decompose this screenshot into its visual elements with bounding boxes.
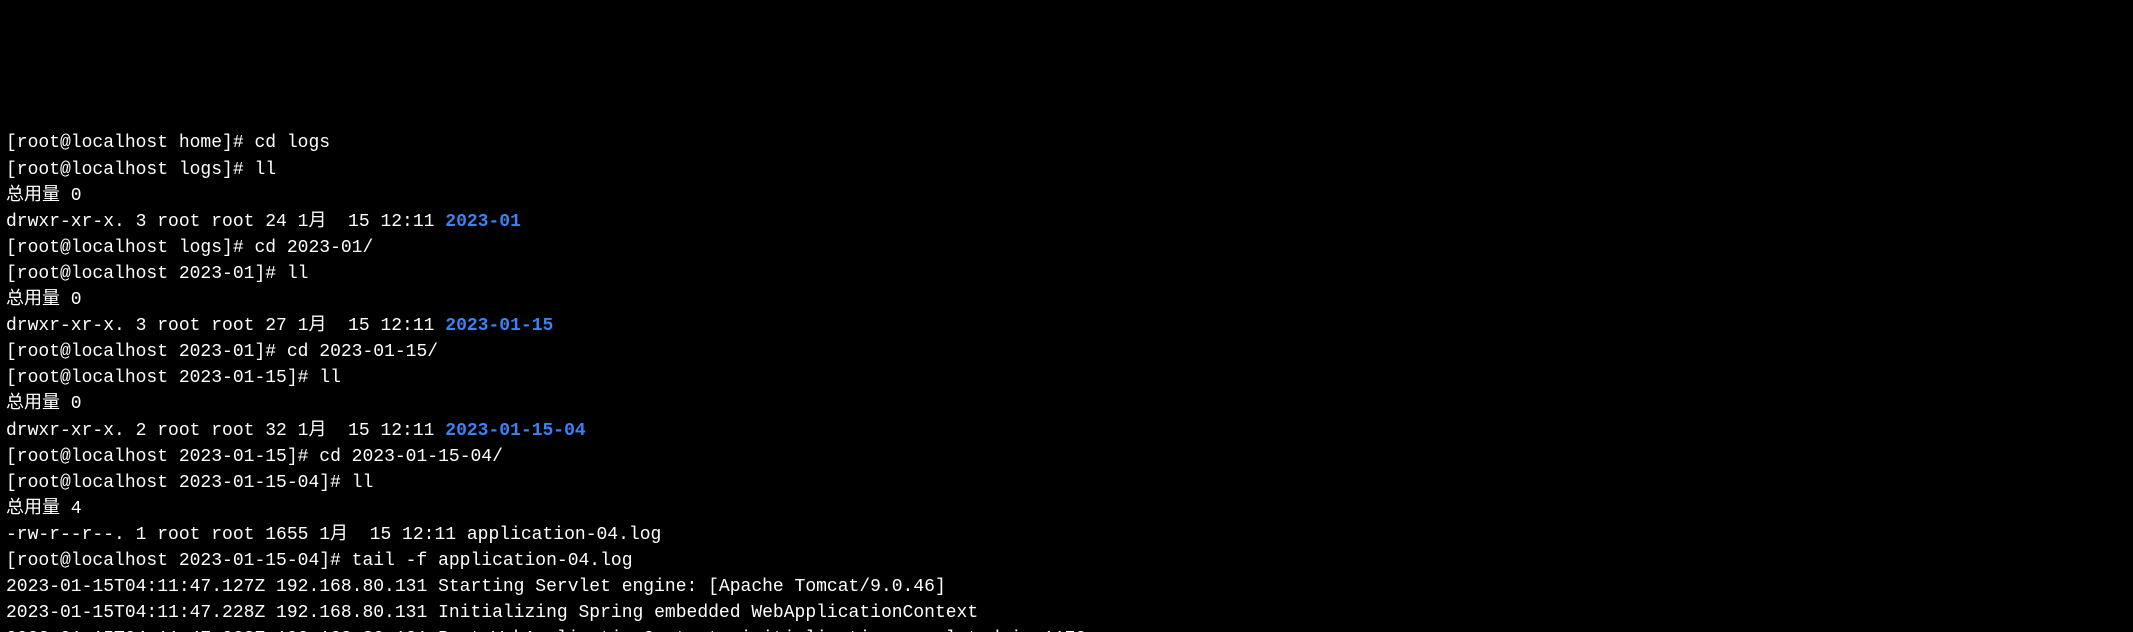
shell-command: ll (254, 160, 276, 180)
total-line: 总用量 0 (6, 394, 82, 414)
shell-command: cd logs (254, 133, 330, 153)
total-line: 总用量 4 (6, 499, 82, 519)
shell-prompt: [root@localhost 2023-01-15-04]# (6, 551, 352, 571)
total-line: 总用量 0 (6, 290, 82, 310)
shell-command: cd 2023-01/ (254, 238, 373, 258)
ls-entry-prefix: drwxr-xr-x. 3 root root 24 1月 15 12:11 (6, 212, 445, 232)
shell-command: cd 2023-01-15/ (287, 342, 438, 362)
ls-entry-prefix: drwxr-xr-x. 3 root root 27 1月 15 12:11 (6, 316, 445, 336)
shell-command: ll (319, 368, 341, 388)
ls-file-entry: -rw-r--r--. 1 root root 1655 1月 15 12:11… (6, 525, 661, 545)
shell-command: ll (287, 264, 309, 284)
shell-prompt: [root@localhost logs]# (6, 238, 254, 258)
shell-prompt: [root@localhost logs]# (6, 160, 254, 180)
shell-command: tail -f application-04.log (352, 551, 633, 571)
log-line: 2023-01-15T04:11:47.228Z 192.168.80.131 … (6, 629, 1119, 632)
directory-name: 2023-01-15 (445, 316, 553, 336)
shell-prompt: [root@localhost 2023-01-15]# (6, 447, 319, 467)
shell-prompt: [root@localhost 2023-01]# (6, 342, 287, 362)
shell-prompt: [root@localhost 2023-01-15-04]# (6, 473, 352, 493)
shell-prompt: [root@localhost 2023-01-15]# (6, 368, 319, 388)
shell-prompt: [root@localhost home]# (6, 133, 254, 153)
terminal-output[interactable]: [root@localhost home]# cd logs [root@loc… (0, 130, 2133, 632)
ls-entry-prefix: drwxr-xr-x. 2 root root 32 1月 15 12:11 (6, 421, 445, 441)
shell-command: ll (352, 473, 374, 493)
directory-name: 2023-01-15-04 (445, 421, 585, 441)
directory-name: 2023-01 (445, 212, 521, 232)
shell-command: cd 2023-01-15-04/ (319, 447, 503, 467)
shell-prompt: [root@localhost 2023-01]# (6, 264, 287, 284)
log-line: 2023-01-15T04:11:47.127Z 192.168.80.131 … (6, 577, 946, 597)
total-line: 总用量 0 (6, 186, 82, 206)
log-line: 2023-01-15T04:11:47.228Z 192.168.80.131 … (6, 603, 978, 623)
